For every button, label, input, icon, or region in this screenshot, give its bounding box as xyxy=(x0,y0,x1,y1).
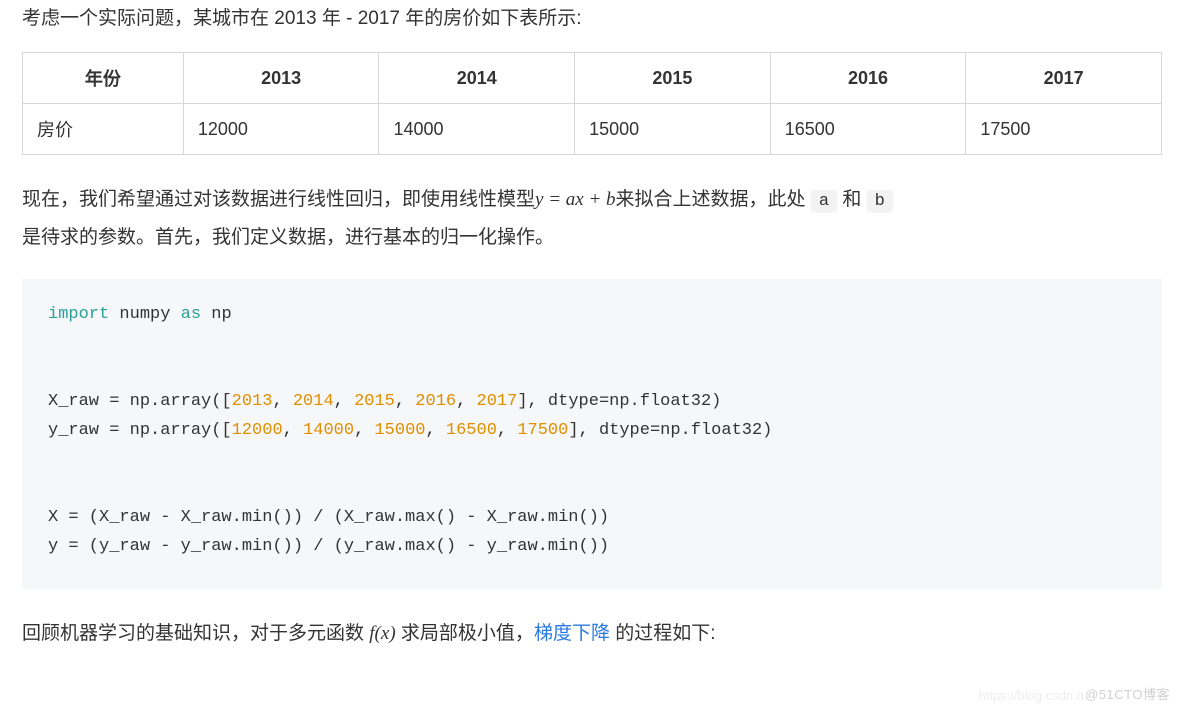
code-text: y = (y_raw - y_raw.min()) / (y_raw.max()… xyxy=(48,537,609,556)
gradient-descent-link[interactable]: 梯度下降 xyxy=(534,623,610,644)
code-text: numpy xyxy=(109,305,180,324)
num: 15000 xyxy=(374,421,425,440)
code-a: a xyxy=(811,190,837,213)
intro-paragraph: 考虑一个实际问题，某城市在 2013 年 - 2017 年的房价如下表所示: xyxy=(22,4,1162,34)
and-word: 和 xyxy=(842,189,861,210)
price-table: 年份 2013 2014 2015 2016 2017 房价 12000 140… xyxy=(22,52,1162,155)
code-text: X = (X_raw - X_raw.min()) / (X_raw.max()… xyxy=(48,508,609,527)
th-2013: 2013 xyxy=(183,53,379,104)
th-2014: 2014 xyxy=(379,53,575,104)
th-2017: 2017 xyxy=(966,53,1162,104)
table-row: 房价 12000 14000 15000 16500 17500 xyxy=(23,104,1162,155)
th-2015: 2015 xyxy=(575,53,771,104)
code-text: X_raw = np.array([ xyxy=(48,392,232,411)
kw-import: import xyxy=(48,305,109,324)
table-header-row: 年份 2013 2014 2015 2016 2017 xyxy=(23,53,1162,104)
cell-2017: 17500 xyxy=(966,104,1162,155)
num: 14000 xyxy=(303,421,354,440)
cell-2013: 12000 xyxy=(183,104,379,155)
desc-text-c: 是待求的参数。首先，我们定义数据，进行基本的归一化操作。 xyxy=(22,227,554,248)
cell-2016: 16500 xyxy=(770,104,966,155)
code-text: np xyxy=(201,305,232,324)
fx: f(x) xyxy=(369,623,395,644)
cell-2014: 14000 xyxy=(379,104,575,155)
closing-b: 求局部极小值， xyxy=(396,623,534,644)
desc-text-b: 来拟合上述数据，此处 xyxy=(616,189,806,210)
kw-as: as xyxy=(181,305,201,324)
equation: y = ax + b xyxy=(535,189,616,210)
num: 2013 xyxy=(232,392,273,411)
num: 2014 xyxy=(293,392,334,411)
num: 17500 xyxy=(517,421,568,440)
description-paragraph: 现在，我们希望通过对该数据进行线性回归，即使用线性模型y = ax + b来拟合… xyxy=(22,181,1162,257)
closing-c: 的过程如下: xyxy=(610,623,716,644)
code-text: y_raw = np.array([ xyxy=(48,421,232,440)
desc-text-a: 现在，我们希望通过对该数据进行线性回归，即使用线性模型 xyxy=(22,189,535,210)
num: 12000 xyxy=(232,421,283,440)
watermark-51cto: @51CTO博客 xyxy=(1085,684,1170,703)
code-text: ], dtype=np.float32) xyxy=(568,421,772,440)
th-year: 年份 xyxy=(23,53,184,104)
code-text: ], dtype=np.float32) xyxy=(517,392,721,411)
code-b: b xyxy=(867,190,893,213)
th-2016: 2016 xyxy=(770,53,966,104)
cell-2015: 15000 xyxy=(575,104,771,155)
num: 2015 xyxy=(354,392,395,411)
code-block[interactable]: import numpy as np X_raw = np.array([201… xyxy=(22,279,1162,589)
closing-a: 回顾机器学习的基础知识，对于多元函数 xyxy=(22,623,369,644)
num: 2016 xyxy=(415,392,456,411)
row-label: 房价 xyxy=(23,104,184,155)
num: 2017 xyxy=(477,392,518,411)
num: 16500 xyxy=(446,421,497,440)
closing-paragraph: 回顾机器学习的基础知识，对于多元函数 f(x) 求局部极小值，梯度下降 的过程如… xyxy=(22,619,1162,649)
watermark-csdn: https://blog.csdn.n xyxy=(978,688,1084,703)
